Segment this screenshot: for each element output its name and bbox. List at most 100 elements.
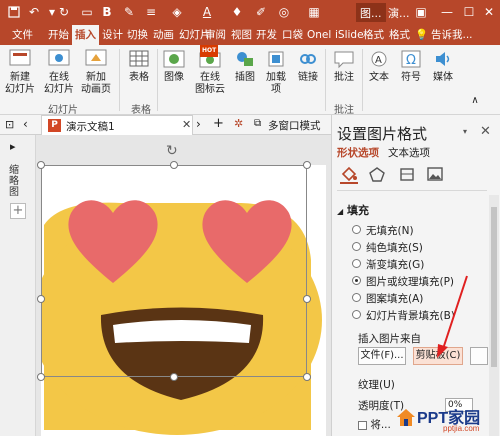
slideshow-icon[interactable]: ▭ <box>78 3 96 21</box>
tab-onenote[interactable]: Onel <box>304 25 334 45</box>
radio-label: 渐变填充(G) <box>366 259 425 271</box>
settings-gear-icon[interactable]: ✲ <box>234 117 243 130</box>
illustration-button[interactable]: 插图 <box>232 48 258 84</box>
tab-format-2[interactable]: 格式 <box>386 25 413 45</box>
fill-line-icon[interactable] <box>340 166 358 184</box>
radio-circle-selected[interactable] <box>352 276 361 285</box>
tile-checkbox-row[interactable]: 将... <box>358 417 391 432</box>
comment-button[interactable]: 批注 <box>330 48 358 84</box>
document-tab[interactable]: P 演示文稿1 ✕ <box>41 115 193 135</box>
radio-circle[interactable] <box>352 293 361 302</box>
pane-divider <box>337 190 487 191</box>
grid-icon[interactable]: ▦ <box>305 3 323 21</box>
undo-icon[interactable]: ↶ <box>25 3 43 21</box>
close-icon[interactable]: ✕ <box>480 3 498 21</box>
resize-handle[interactable] <box>303 161 311 169</box>
tab-scroll-right-icon[interactable]: › <box>196 117 201 131</box>
pane-scroll-thumb[interactable] <box>491 207 497 367</box>
title-tab-picture-tools[interactable]: 图... <box>356 3 386 22</box>
tab-animations[interactable]: 动画 <box>150 25 177 45</box>
symbol-button[interactable]: Ω 符号 <box>398 48 424 84</box>
resize-handle[interactable] <box>37 295 45 303</box>
tile-checkbox[interactable] <box>358 420 367 430</box>
resize-handle[interactable] <box>37 161 45 169</box>
online-icons-button[interactable]: HOT 在线 图标云 <box>194 45 226 96</box>
multi-window-label[interactable]: 多窗口模式 <box>268 118 321 133</box>
resize-handle[interactable] <box>37 373 45 381</box>
multi-window-icon[interactable]: ⧉ <box>254 118 261 129</box>
effects-pentagon-icon[interactable] <box>368 166 386 184</box>
resize-handle[interactable] <box>170 161 178 169</box>
text-button[interactable]: A 文本 <box>366 48 392 84</box>
tab-transitions[interactable]: 切换 <box>124 25 151 45</box>
resize-handle[interactable] <box>170 373 178 381</box>
tab-shape-options[interactable]: 形状选项 <box>337 145 379 160</box>
tab-format-1[interactable]: 格式 <box>360 25 387 45</box>
format-painter-icon[interactable]: ♦ <box>228 3 246 21</box>
online-slide-button[interactable]: 在线 幻灯片 <box>43 48 75 96</box>
radio-circle[interactable] <box>352 225 361 234</box>
addin-button[interactable]: 加载 项 <box>263 48 289 96</box>
bold-icon[interactable]: B <box>98 3 116 21</box>
expand-pane-icon[interactable]: ▸ <box>10 140 16 153</box>
texture-label: 纹理(U) <box>358 379 395 391</box>
resize-handle[interactable] <box>303 373 311 381</box>
addin-icon <box>263 48 289 70</box>
tab-pocket[interactable]: 口袋 <box>279 25 306 45</box>
picture-icon[interactable] <box>426 166 444 184</box>
maximize-icon[interactable]: ☐ <box>460 3 478 21</box>
link-label: 链接 <box>298 72 318 83</box>
image-button[interactable]: 图像 <box>160 48 188 84</box>
ribbon-separator <box>157 49 158 111</box>
add-slide-icon[interactable]: + <box>10 203 26 219</box>
rotate-handle-icon[interactable]: ↻ <box>166 143 178 159</box>
pane-close-icon[interactable]: ✕ <box>480 124 491 139</box>
pane-title: 设置图片格式 <box>337 125 428 143</box>
radio-circle[interactable] <box>352 259 361 268</box>
fill-color-icon[interactable]: ◈ <box>168 3 186 21</box>
size-properties-icon[interactable] <box>398 166 416 184</box>
file-button[interactable]: 文件(F)... <box>358 347 406 365</box>
radio-circle[interactable] <box>352 242 361 251</box>
link-button[interactable]: 链接 <box>295 48 321 84</box>
new-anim-page-button[interactable]: 新加 动画页 <box>80 48 112 96</box>
tell-me-hint[interactable]: 告诉我... <box>428 25 476 45</box>
redo-icon[interactable]: ↻ <box>55 3 73 21</box>
new-slide-button[interactable]: 新建 幻灯片 <box>4 48 36 96</box>
new-tab-icon[interactable]: + <box>213 116 224 131</box>
online-icons-label: 在线 图标云 <box>195 72 225 95</box>
radio-circle[interactable] <box>352 310 361 319</box>
group-label-slides: 幻灯片 <box>48 105 78 116</box>
font-color-icon[interactable]: A <box>198 3 216 21</box>
brush-icon[interactable]: ✎ <box>120 3 138 21</box>
table-button[interactable]: 表格 <box>125 48 153 84</box>
slide <box>41 165 326 436</box>
heart-eyes-emoji[interactable] <box>41 165 326 436</box>
close-tab-icon[interactable]: ✕ <box>182 118 191 131</box>
tab-design[interactable]: 设计 <box>99 25 126 45</box>
tab-list-icon[interactable]: ⊡ <box>5 118 14 131</box>
online-button[interactable] <box>470 347 488 365</box>
tab-developer[interactable]: 开发 <box>253 25 280 45</box>
illustration-label: 插图 <box>235 72 255 83</box>
media-button[interactable]: 媒体 <box>430 48 456 84</box>
tab-file[interactable]: 文件 <box>9 25 36 45</box>
tab-review[interactable]: 审阅 <box>202 25 229 45</box>
tab-view[interactable]: 视图 <box>228 25 255 45</box>
image-icon <box>161 48 187 70</box>
pane-options-caret-icon[interactable]: ▾ <box>463 127 467 136</box>
tab-home[interactable]: 开始 <box>45 25 72 45</box>
minimize-icon[interactable]: — <box>438 3 456 21</box>
section-fill[interactable]: ◢ 填充 <box>337 202 369 218</box>
align-icon[interactable]: ≡ <box>142 3 160 21</box>
ribbon-display-icon[interactable]: ▣ <box>412 3 430 21</box>
collapse-ribbon-icon[interactable]: ∧ <box>466 95 484 107</box>
tab-scroll-left-icon[interactable]: ‹ <box>23 117 28 131</box>
resize-handle[interactable] <box>303 295 311 303</box>
pen-icon[interactable]: ✐ <box>252 3 270 21</box>
save-icon[interactable] <box>5 3 23 21</box>
shape-outline-icon[interactable]: ◎ <box>275 3 293 21</box>
link-icon <box>295 48 321 70</box>
tab-text-options[interactable]: 文本选项 <box>388 145 430 160</box>
tab-insert[interactable]: 插入 <box>72 25 99 45</box>
